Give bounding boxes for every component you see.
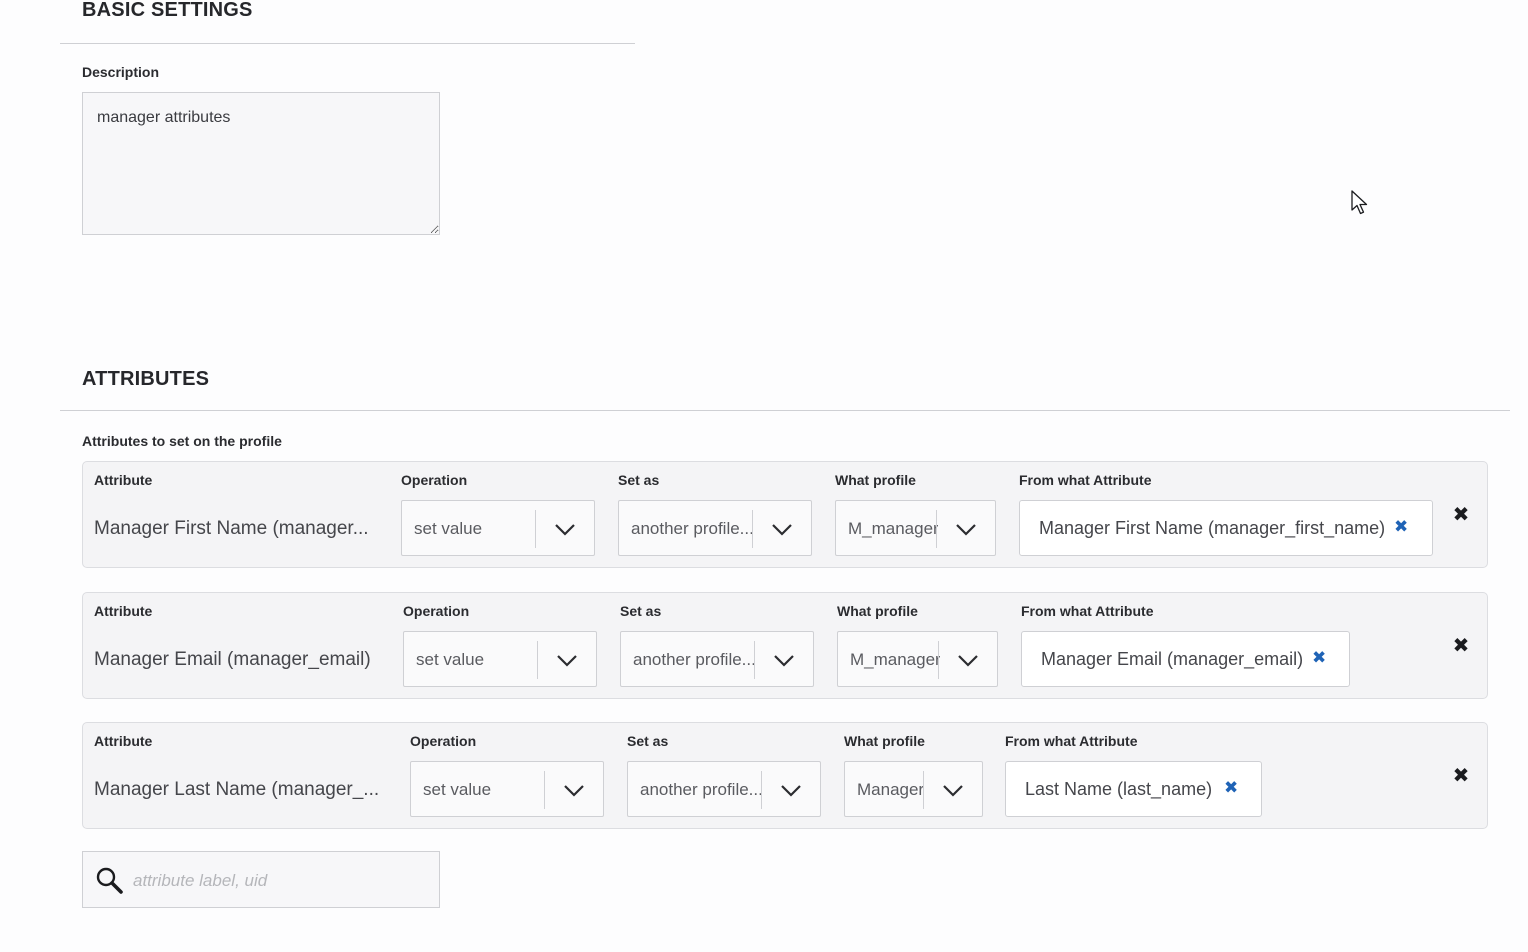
select-separator <box>936 510 937 548</box>
operation-select[interactable]: set value <box>401 500 595 556</box>
attribute-row: Attribute Manager Last Name (manager_...… <box>82 722 1488 829</box>
from-attribute-label: From what Attribute <box>1005 733 1138 749</box>
from-attribute-tag: Manager First Name (manager_first_name) <box>1039 518 1386 538</box>
select-separator <box>535 510 536 548</box>
what-profile-select[interactable]: Manager <box>844 761 983 817</box>
chevron-down-icon[interactable] <box>942 779 964 801</box>
set-as-select[interactable]: another profile... <box>620 631 814 687</box>
set-as-label: Set as <box>618 472 660 488</box>
from-attribute-label: From what Attribute <box>1019 472 1152 488</box>
attribute-label: Attribute <box>94 733 153 749</box>
select-separator <box>752 510 753 548</box>
attributes-divider <box>60 410 1510 411</box>
search-input[interactable] <box>131 866 425 896</box>
what-profile-select[interactable]: M_manager <box>835 500 996 556</box>
attribute-row: Attribute Manager Email (manager_email) … <box>82 592 1488 699</box>
operation-value: set value <box>414 519 483 538</box>
set-as-value: another profile... <box>640 780 762 799</box>
attribute-row: Attribute Manager First Name (manager...… <box>82 461 1488 568</box>
select-separator <box>537 641 538 679</box>
operation-value: set value <box>416 650 485 669</box>
what-profile-label: What profile <box>835 472 916 488</box>
close-icon[interactable]: ✖ <box>1452 505 1470 525</box>
description-label: Description <box>82 64 160 80</box>
set-as-label: Set as <box>620 603 662 619</box>
mouse-cursor-icon <box>1351 190 1368 215</box>
select-separator <box>754 641 755 679</box>
set-as-label: Set as <box>627 733 669 749</box>
attribute-label: Attribute <box>94 603 153 619</box>
basic-settings-divider <box>60 43 635 44</box>
close-icon[interactable]: ✖ <box>1452 636 1470 656</box>
what-profile-label: What profile <box>837 603 918 619</box>
select-separator <box>544 771 545 809</box>
attributes-title: ATTRIBUTES <box>82 368 210 390</box>
chevron-down-icon[interactable] <box>780 779 802 801</box>
set-as-select[interactable]: another profile... <box>627 761 821 817</box>
set-as-select[interactable]: another profile... <box>618 500 812 556</box>
set-as-value: another profile... <box>631 519 753 538</box>
select-separator <box>938 641 939 679</box>
from-attribute-tag: Manager Email (manager_email) <box>1041 649 1304 669</box>
chevron-down-icon[interactable] <box>563 779 585 801</box>
from-attribute-field[interactable]: Manager Email (manager_email) ✖ <box>1021 631 1350 687</box>
from-attribute-tag: Last Name (last_name) <box>1025 779 1213 799</box>
close-icon[interactable]: ✖ <box>1452 766 1470 786</box>
from-attribute-field[interactable]: Manager First Name (manager_first_name) … <box>1019 500 1433 556</box>
chevron-down-icon[interactable] <box>955 518 977 540</box>
select-separator <box>761 771 762 809</box>
description-textarea[interactable]: manager attributes <box>82 92 440 235</box>
attribute-value: Manager Last Name (manager_... <box>94 779 380 800</box>
what-profile-value: M_manager <box>850 650 940 669</box>
attributes-subtitle: Attributes to set on the profile <box>82 433 282 449</box>
what-profile-label: What profile <box>844 733 925 749</box>
what-profile-select[interactable]: M_manager <box>837 631 998 687</box>
operation-label: Operation <box>410 733 477 749</box>
operation-value: set value <box>423 780 492 799</box>
operation-label: Operation <box>403 603 470 619</box>
what-profile-value: M_manager <box>848 519 938 538</box>
attribute-value: Manager Email (manager_email) <box>94 649 371 670</box>
chevron-down-icon[interactable] <box>554 518 576 540</box>
operation-label: Operation <box>401 472 468 488</box>
close-icon[interactable]: ✖ <box>1394 518 1410 536</box>
chevron-down-icon[interactable] <box>957 649 979 671</box>
close-icon[interactable]: ✖ <box>1312 649 1328 667</box>
set-as-value: another profile... <box>633 650 755 669</box>
chevron-down-icon[interactable] <box>556 649 578 671</box>
attribute-value: Manager First Name (manager... <box>94 518 369 539</box>
from-attribute-label: From what Attribute <box>1021 603 1154 619</box>
attribute-label: Attribute <box>94 472 153 488</box>
basic-settings-title: BASIC SETTINGS <box>82 0 253 21</box>
select-separator <box>923 771 924 809</box>
attribute-search[interactable] <box>82 851 440 908</box>
from-attribute-field[interactable]: Last Name (last_name) ✖ <box>1005 761 1262 817</box>
search-icon <box>96 867 123 894</box>
close-icon[interactable]: ✖ <box>1224 779 1240 797</box>
chevron-down-icon[interactable] <box>771 518 793 540</box>
what-profile-value: Manager <box>857 780 925 799</box>
operation-select[interactable]: set value <box>403 631 597 687</box>
chevron-down-icon[interactable] <box>773 649 795 671</box>
operation-select[interactable]: set value <box>410 761 604 817</box>
